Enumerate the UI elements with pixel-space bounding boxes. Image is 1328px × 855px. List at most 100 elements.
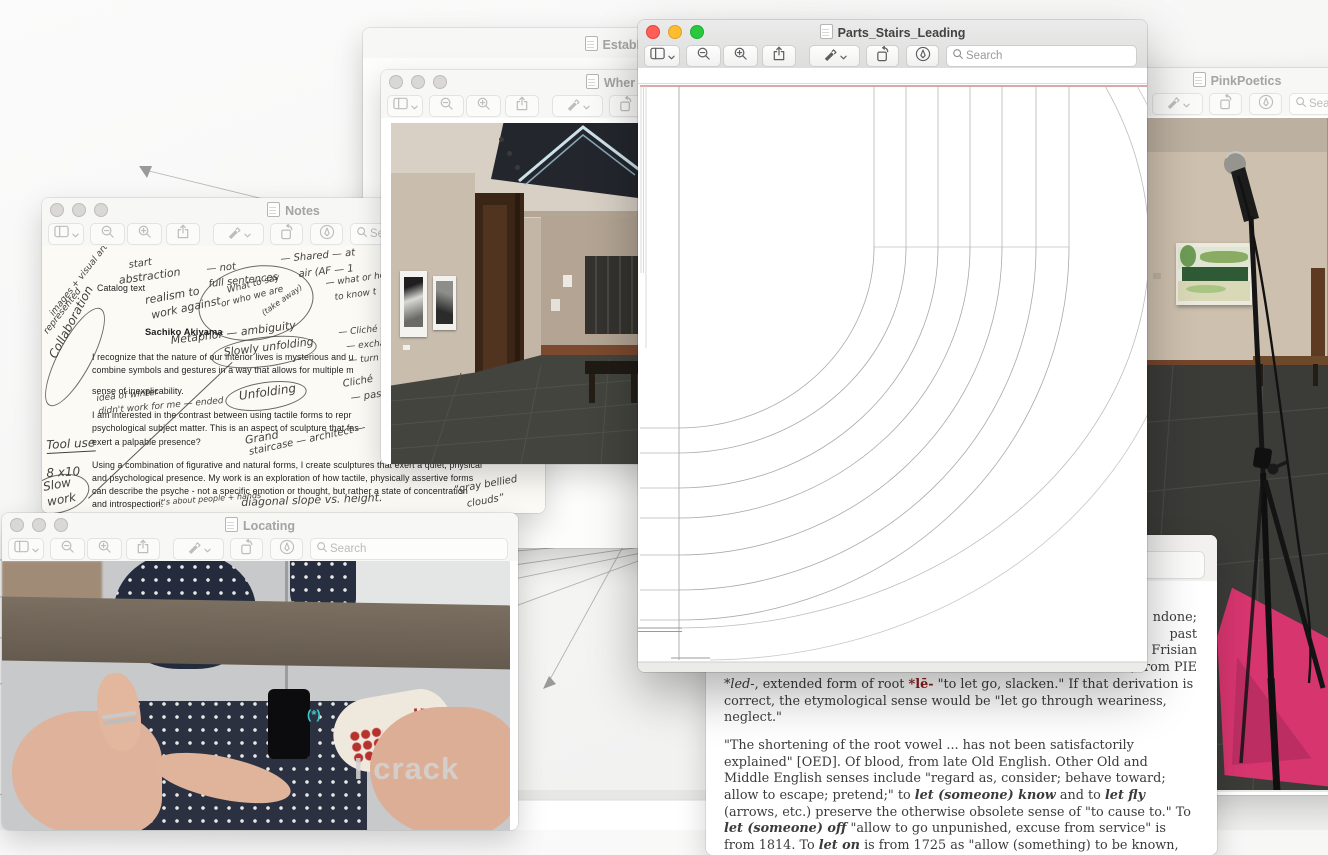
document-icon [586,74,599,89]
chevron-down-icon[interactable] [244,225,251,243]
zoom-out-button[interactable] [429,95,464,117]
rotate-button[interactable] [1209,93,1242,115]
document-icon [820,24,833,39]
rotate-icon [875,46,891,67]
sidebar-icon [650,47,666,65]
sidebar-icon [14,540,30,558]
sidebar-icon [393,97,409,115]
window-title: Notes [285,204,320,218]
zoom-out-button[interactable] [90,223,125,245]
markup-pencil-icon [565,96,581,117]
document-icon [585,36,598,51]
search-input[interactable] [964,49,1131,63]
search-input[interactable] [1307,97,1328,111]
handwritten-note: — Cliché - [338,324,384,338]
markup-button[interactable] [213,223,264,245]
chevron-down-icon[interactable] [204,540,211,558]
zoom-in-icon [137,224,152,244]
rotate-icon [279,224,295,245]
sidebar-toggle-button[interactable] [48,223,84,245]
handwritten-note: Tool use [46,435,96,454]
window-locating: Locating [2,513,518,830]
annotate-pen-icon [1258,94,1274,115]
rotate-button[interactable] [866,45,899,67]
share-button[interactable] [505,95,539,117]
chevron-down-icon[interactable] [583,97,590,115]
zoom-out-button[interactable] [50,538,85,560]
search-input[interactable] [328,542,502,556]
search-field[interactable] [310,538,508,560]
share-button[interactable] [126,538,160,560]
window-title: Wher [604,76,635,90]
sidebar-toggle-button[interactable] [644,45,680,67]
zoom-in-icon [97,539,112,559]
mirror-etched-text: I crack [354,751,459,787]
search-field[interactable] [1289,93,1328,115]
titlebar-locating[interactable]: Locating [2,513,518,535]
etymology-paragraph-2: "The shortening of the root vowel ... ha… [724,738,1197,855]
zoom-in-button[interactable] [466,95,501,117]
chevron-down-icon [668,47,675,65]
markup-pencil-icon [226,224,242,245]
window-title: PinkPoetics [1211,74,1282,88]
share-button[interactable] [762,45,796,67]
share-icon [176,224,190,244]
markup-button[interactable] [552,95,603,117]
share-icon [136,539,150,559]
search-icon [1295,95,1307,113]
handwritten-note: abstraction [118,265,181,287]
markup-button[interactable] [173,538,224,560]
sidebar-toggle-button[interactable] [387,95,423,117]
titlebar-parts[interactable]: Parts_Stairs_Leading [638,20,1147,42]
handwritten-note: to know t [334,287,377,303]
phone [268,689,310,759]
markup-button[interactable] [809,45,860,67]
zoom-in-button[interactable] [723,45,758,67]
annotate-button[interactable] [906,45,939,67]
markup-button[interactable] [1152,93,1203,115]
annotate-button[interactable] [270,538,303,560]
search-icon [356,225,368,243]
search-field[interactable] [946,45,1137,67]
rotate-icon [1218,94,1234,115]
chevron-down-icon[interactable] [840,47,847,65]
handwritten-note: — Shared — at [280,247,356,264]
chevron-down-icon[interactable] [1183,95,1190,113]
chevron-down-icon [32,540,39,558]
annotate-pen-icon [915,46,931,67]
annotate-button[interactable] [310,223,343,245]
sidebar-icon [54,225,70,243]
rotate-button[interactable] [230,538,263,560]
arrowhead-up-left [139,166,152,178]
statement-line: and introspection. [92,499,163,509]
rotate-icon [239,539,255,560]
etymology-paragraph-1: *led-, extended form of root *lē- "to le… [724,677,1197,727]
window-parts-stairs-leading: Parts_Stairs_Leading [638,20,1147,672]
window-title: Locating [243,519,295,533]
chevron-down-icon [411,97,418,115]
gallery-interior-photo [391,123,646,464]
asterisk-glyph: (*) [307,707,321,722]
zoom-in-button[interactable] [127,223,162,245]
document-icon [1193,72,1206,87]
mirror-selfie-photo: (*) <7 I crack [2,561,510,830]
sidebar-toggle-button[interactable] [8,538,44,560]
share-button[interactable] [166,223,200,245]
zoom-out-icon [696,46,711,66]
handwritten-note: Cliché [342,374,374,390]
search-icon [952,47,964,65]
chevron-down-icon [72,225,79,243]
zoom-out-icon [100,224,115,244]
zoom-out-button[interactable] [686,45,721,67]
rotate-icon [618,96,634,117]
handwritten-note: clouds” [466,492,505,509]
share-icon [772,46,786,66]
arrowhead-down-left [543,676,556,689]
handwritten-note: — excha [346,339,386,352]
annotate-button[interactable] [1249,93,1282,115]
zoom-in-button[interactable] [87,538,122,560]
statement-line: and psychological presence. My work is a… [92,473,473,483]
rotate-button[interactable] [270,223,303,245]
annotate-pen-icon [279,539,295,560]
share-icon [515,96,529,116]
